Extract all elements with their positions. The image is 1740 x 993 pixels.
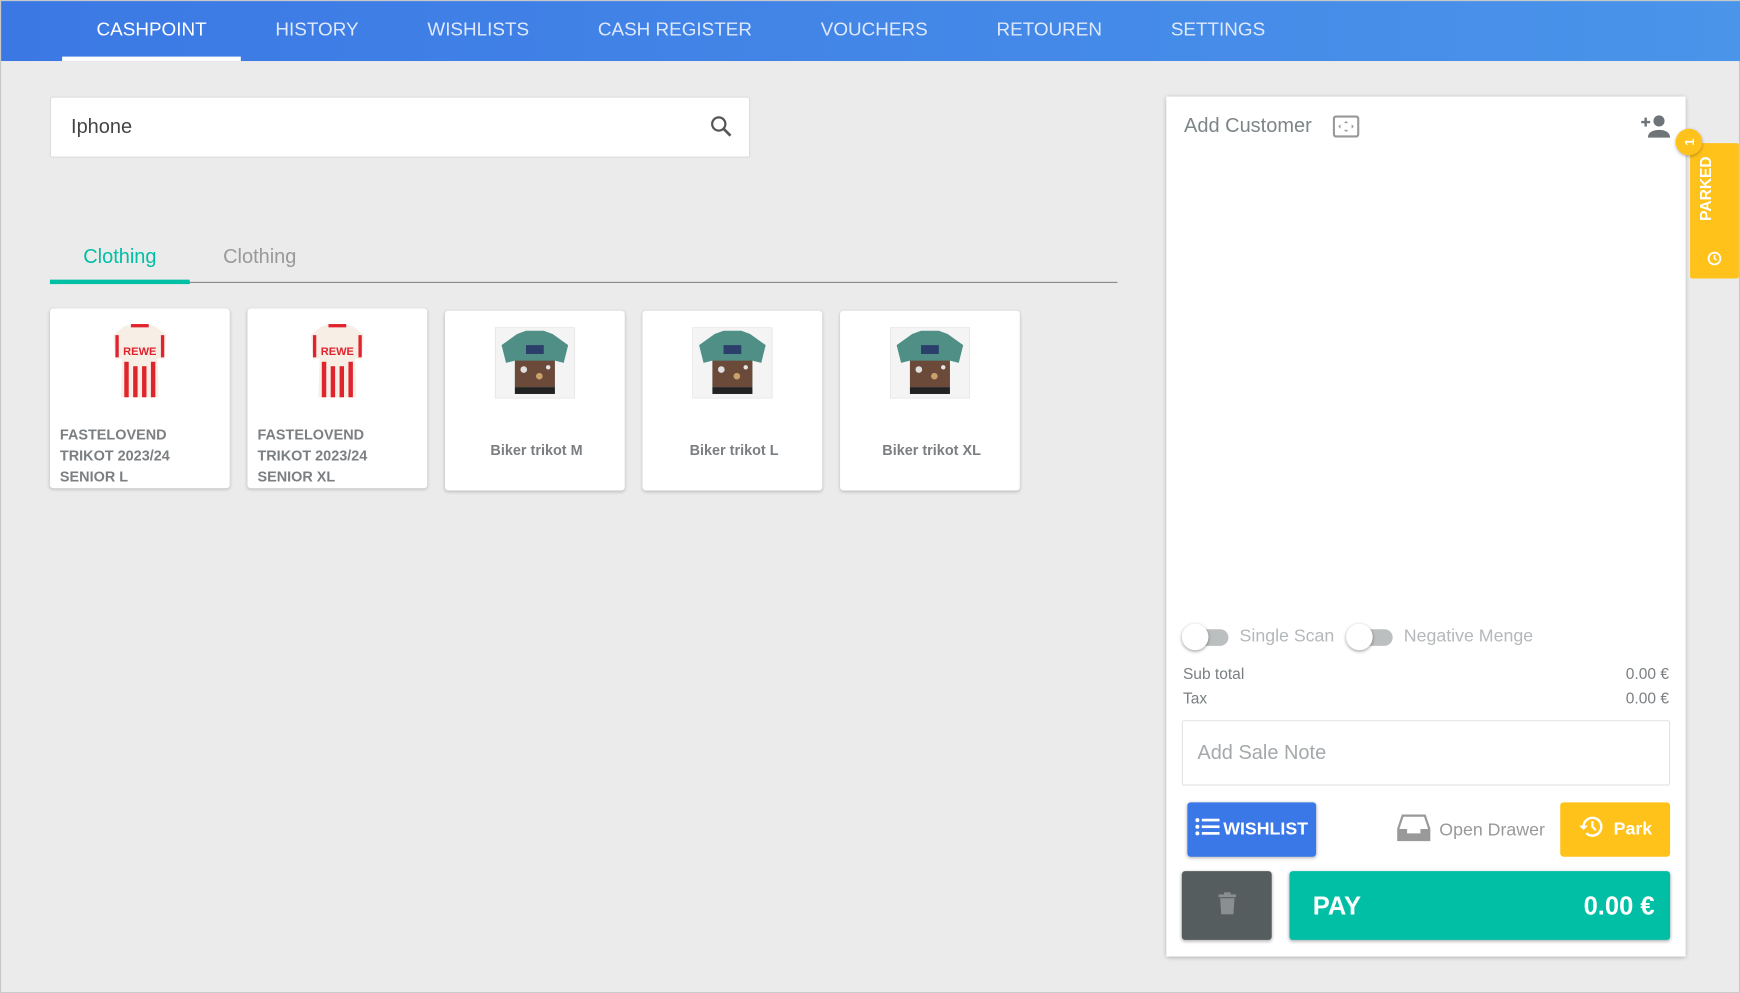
tab-retouren[interactable]: RETOUREN: [962, 1, 1136, 61]
clear-cart-button[interactable]: [1181, 871, 1272, 940]
parked-count-badge: 1: [1675, 128, 1703, 156]
tax-label: Tax: [1182, 689, 1208, 707]
product-image: [494, 326, 576, 407]
negative-menge-toggle[interactable]: Negative Menge: [1346, 623, 1534, 651]
park-label: Park: [1613, 819, 1653, 839]
list-icon: [1195, 817, 1220, 843]
single-scan-label: Single Scan: [1239, 626, 1335, 646]
parked-tab[interactable]: PARKED: [1690, 143, 1739, 279]
svg-text:REWE: REWE: [123, 346, 156, 358]
parked-label: PARKED: [1696, 156, 1715, 221]
product-name: FASTELOVEND TRIKOT 2023/24 SENIOR XL: [257, 426, 368, 485]
search-icon[interactable]: [709, 114, 733, 144]
top-nav: CASHPOINT HISTORY WISHLISTS CASH REGISTE…: [1, 1, 1740, 62]
add-user-icon[interactable]: [1639, 114, 1671, 144]
open-drawer-button[interactable]: Open Drawer: [1397, 813, 1545, 847]
tab-wishlists[interactable]: WISHLISTS: [393, 1, 563, 61]
category-tabs: Clothing Clothing: [49, 234, 1118, 285]
pay-label: PAY: [1312, 890, 1362, 920]
tab-settings[interactable]: SETTINGS: [1136, 1, 1299, 61]
wishlist-button[interactable]: WISHLIST: [1187, 802, 1317, 857]
product-grid: REWE FASTELOVEND TRIKOT 2023/24 SENIOR LR…: [49, 308, 1020, 491]
search-input[interactable]: [51, 97, 673, 157]
subtotal-label: Sub total: [1182, 664, 1245, 683]
product-name: Biker trikot L: [689, 441, 779, 459]
sale-note: [1181, 720, 1671, 786]
product-search: [49, 96, 751, 158]
product-card[interactable]: REWE FASTELOVEND TRIKOT 2023/24 SENIOR L: [49, 308, 230, 489]
product-card[interactable]: Biker trikot M: [444, 310, 625, 491]
product-card[interactable]: REWE FASTELOVEND TRIKOT 2023/24 SENIOR XL: [247, 308, 428, 489]
parked-count: 1: [1681, 138, 1697, 146]
tab-cash-register[interactable]: CASH REGISTER: [563, 1, 786, 61]
category-tab[interactable]: Clothing: [49, 234, 190, 285]
scan-icon[interactable]: [1332, 115, 1360, 143]
pay-total: 0.00 €: [1583, 890, 1655, 920]
svg-text:REWE: REWE: [321, 346, 354, 358]
product-image: [889, 326, 971, 407]
history-icon: [1578, 815, 1605, 845]
category-tab[interactable]: Clothing: [190, 234, 330, 282]
pos-app: CASHPOINT HISTORY WISHLISTS CASH REGISTE…: [0, 0, 1740, 993]
cart-panel: Add Customer Single Scan Negative Menge …: [1166, 96, 1686, 957]
drawer-icon: [1397, 813, 1431, 847]
tab-vouchers[interactable]: VOUCHERS: [786, 1, 962, 61]
product-image: REWE: [100, 322, 180, 402]
subtotal-value: 0.00 €: [1625, 664, 1669, 683]
tab-cashpoint[interactable]: CASHPOINT: [62, 1, 242, 62]
wishlist-label: WISHLIST: [1223, 819, 1309, 839]
trash-icon: [1217, 891, 1236, 920]
product-name: FASTELOVEND TRIKOT 2023/24 SENIOR L: [59, 426, 170, 485]
product-card[interactable]: Biker trikot L: [642, 310, 823, 491]
negative-menge-label: Negative Menge: [1403, 626, 1534, 646]
add-customer-label[interactable]: Add Customer: [1184, 114, 1312, 137]
product-image: REWE: [297, 322, 377, 402]
open-drawer-label: Open Drawer: [1439, 820, 1545, 840]
product-name: Biker trikot XL: [882, 441, 981, 459]
product-card[interactable]: Biker trikot XL: [840, 310, 1020, 491]
park-button[interactable]: Park: [1560, 802, 1671, 857]
tax-value: 0.00 €: [1625, 689, 1669, 707]
product-name: Biker trikot M: [490, 441, 583, 459]
tax-row: Tax 0.00 €: [1183, 689, 1669, 707]
toggle-switch[interactable]: [1346, 623, 1393, 651]
product-image: [691, 326, 773, 407]
pay-button[interactable]: PAY 0.00 €: [1289, 871, 1671, 940]
single-scan-toggle[interactable]: Single Scan: [1181, 623, 1335, 651]
subtotal-row: Sub total 0.00 €: [1183, 665, 1669, 683]
toggle-switch[interactable]: [1181, 623, 1229, 651]
history-icon: [1706, 250, 1724, 273]
tab-history[interactable]: HISTORY: [241, 1, 393, 61]
sale-note-input[interactable]: [1182, 721, 1669, 785]
